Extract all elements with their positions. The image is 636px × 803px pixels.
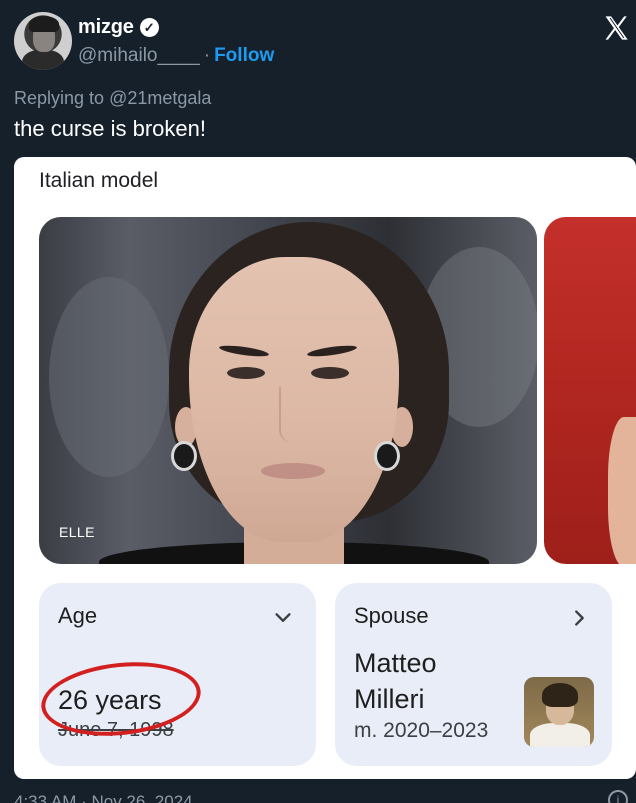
photo-background bbox=[49, 277, 169, 477]
author-handle[interactable]: @mihailo____ bbox=[78, 45, 200, 67]
spouse-label: Spouse bbox=[354, 603, 429, 628]
thumb-hair bbox=[542, 683, 578, 707]
author-avatar[interactable] bbox=[14, 12, 72, 70]
verified-badge-icon: ✓ bbox=[139, 18, 159, 37]
age-label: Age bbox=[58, 603, 98, 628]
follow-button[interactable]: Follow bbox=[214, 45, 274, 67]
separator-dot: · bbox=[203, 45, 211, 66]
photo-nose bbox=[279, 387, 305, 442]
replying-mention[interactable]: @21metgala bbox=[109, 88, 211, 108]
photo-earring bbox=[171, 441, 197, 471]
x-logo-icon[interactable] bbox=[602, 14, 630, 42]
avatar-hair bbox=[29, 16, 59, 32]
photo-earring bbox=[374, 441, 400, 471]
chevron-right-icon[interactable] bbox=[568, 607, 590, 629]
author-handle-row: @mihailo____ · Follow bbox=[78, 45, 274, 67]
next-photo-figure bbox=[608, 417, 636, 564]
next-photo[interactable] bbox=[544, 217, 636, 564]
info-icon[interactable]: i bbox=[608, 790, 628, 803]
replying-to: Replying to @21metgala bbox=[14, 88, 211, 109]
spouse-thumbnail[interactable] bbox=[524, 677, 594, 747]
replying-prefix: Replying to bbox=[14, 88, 105, 108]
age-tile[interactable]: Age 26 years June 7, 1998 bbox=[37, 583, 316, 766]
spouse-tile[interactable]: Spouse Matteo Milleri m. 2020–2023 bbox=[335, 583, 612, 766]
avatar-body bbox=[22, 50, 64, 70]
photo-eye bbox=[311, 367, 349, 379]
photo-lips bbox=[261, 463, 325, 479]
author-display-name[interactable]: mizge bbox=[78, 16, 134, 39]
spouse-name: Matteo Milleri bbox=[354, 648, 437, 714]
tweet-timestamp[interactable]: 4:33 AM · Nov 26, 2024 bbox=[14, 792, 193, 803]
chevron-down-icon[interactable] bbox=[272, 607, 294, 629]
attached-screenshot-card[interactable]: Italian model ELLE Age 26 years June 7, … bbox=[14, 157, 636, 779]
main-photo[interactable]: ELLE bbox=[39, 217, 537, 564]
author-name-row: mizge ✓ bbox=[78, 16, 159, 39]
tweet-text: the curse is broken! bbox=[14, 116, 206, 141]
card-title: Italian model bbox=[39, 169, 159, 192]
spouse-years: m. 2020–2023 bbox=[354, 719, 489, 742]
thumb-body bbox=[530, 723, 590, 747]
photo-eye bbox=[227, 367, 265, 379]
photo-credit: ELLE bbox=[59, 524, 95, 540]
